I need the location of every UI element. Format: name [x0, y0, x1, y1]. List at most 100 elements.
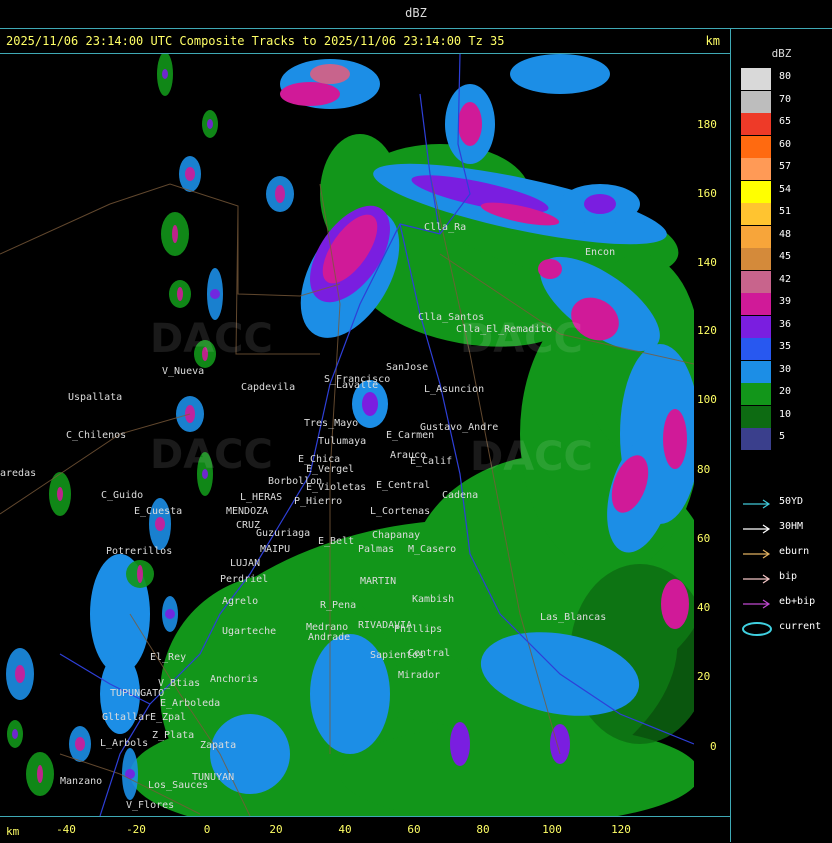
- echo-cell: [280, 82, 340, 106]
- scale-swatch: 57: [741, 158, 791, 180]
- place-label: Uspallata: [68, 392, 123, 403]
- echo-cell: [15, 665, 25, 683]
- place-label: C_Chilenos: [66, 430, 127, 441]
- place-label: SanJose: [386, 362, 429, 373]
- track-label: eburn: [779, 546, 810, 557]
- scale-label: 51: [779, 206, 792, 217]
- place-label: Clla_El_Remadito: [456, 324, 553, 335]
- echo-cell: [57, 487, 63, 501]
- top-bar: dBZ: [0, 0, 832, 29]
- x-tick-label: 40: [338, 823, 352, 836]
- echo-cell: [663, 409, 687, 469]
- scale-label: 5: [779, 431, 786, 442]
- scale-label: 65: [779, 116, 792, 127]
- place-label: Los_Sauces: [148, 780, 209, 791]
- y-tick-label: 0: [710, 740, 717, 753]
- place-label: E_Cuesta: [134, 506, 183, 517]
- y-tick-label: 140: [697, 256, 717, 269]
- place-label: Chapanay: [372, 530, 421, 541]
- place-label: Kambish: [412, 594, 455, 605]
- place-label: L_Arbols: [100, 738, 149, 749]
- place-label: Tres_Mayo: [304, 418, 359, 429]
- x-tick-label: 80: [476, 823, 490, 836]
- x-axis: km -40 -20 0 20 40 60 80 100 120: [0, 816, 730, 843]
- place-label: Potrerillos: [106, 546, 173, 557]
- scale-swatch: 70: [741, 90, 791, 113]
- units-label: dBZ: [405, 6, 427, 20]
- place-label: Zapata: [200, 740, 237, 751]
- echo-cell: [310, 64, 350, 84]
- place-label: Gustavo_Andre: [420, 422, 499, 433]
- x-tick-label: 20: [269, 823, 283, 836]
- place-label: Perdriel: [220, 574, 269, 585]
- y-tick-label: 80: [697, 463, 711, 476]
- place-label: LUJAN: [230, 558, 261, 569]
- scale-swatch: 60: [741, 135, 791, 158]
- echo-cell: [510, 54, 610, 94]
- place-label: C_Guido: [101, 490, 144, 501]
- place-label: Ugarteche: [222, 626, 277, 637]
- place-label: Phillips: [394, 624, 443, 635]
- x-unit-label: km: [6, 825, 20, 838]
- x-tick-label: -40: [56, 823, 76, 836]
- scale-swatch: 35: [741, 338, 791, 360]
- track-legend-item: current: [741, 620, 831, 636]
- place-label: P_Hierro: [294, 496, 343, 507]
- echo-cell: [155, 517, 165, 531]
- echo-cell: [137, 565, 143, 583]
- place-label: Clla_Santos: [418, 312, 485, 323]
- legend-title: dBZ: [771, 47, 792, 60]
- y-tick-label: 180: [697, 118, 717, 131]
- echo-cell: [210, 289, 220, 299]
- scale-swatch: 80: [741, 68, 791, 90]
- km-label: km: [705, 34, 720, 48]
- track-label: current: [779, 621, 822, 632]
- scale-label: 45: [779, 251, 792, 262]
- scale-label: 70: [779, 93, 792, 105]
- place-label: MAIPU: [260, 544, 291, 555]
- echo-cell: [458, 102, 482, 146]
- scale-swatch: 54: [741, 180, 791, 203]
- place-label: E_Calif: [410, 456, 453, 467]
- place-label: TUPUNGATO: [110, 688, 165, 699]
- track-arrow-icon: [743, 549, 771, 559]
- echo-cell: [275, 185, 285, 203]
- place-label: Palmas: [358, 544, 395, 555]
- scale-swatch: 42: [741, 270, 791, 293]
- place-label: M_Casero: [408, 544, 457, 555]
- echo-cell: [538, 259, 562, 279]
- track-label: bip: [779, 571, 798, 582]
- info-bar: 2025/11/06 23:14:00 UTC Composite Tracks…: [0, 29, 730, 54]
- place-label: Z_Plata: [152, 730, 195, 741]
- place-label: MENDOZA: [226, 506, 269, 517]
- echo-cell: [172, 225, 178, 243]
- echo-cell: [584, 194, 616, 214]
- place-label: El_Rey: [150, 652, 187, 663]
- place-label: R_Pena: [320, 600, 357, 611]
- track-legend-item: bip: [741, 570, 831, 586]
- echo-cell: [185, 167, 195, 181]
- x-tick-label: 60: [407, 823, 421, 836]
- track-label: 50YD: [779, 496, 804, 507]
- y-tick-label: 120: [697, 324, 717, 337]
- track-legend-item: 50YD: [741, 495, 831, 511]
- place-label: Gltallar: [102, 712, 151, 723]
- place-label: Las_Blancas: [540, 612, 607, 623]
- place-label: L_Cortenas: [370, 506, 431, 517]
- x-tick-label: 120: [611, 823, 631, 836]
- place-label: Clla_Ra: [424, 222, 467, 233]
- scale-label: 30: [779, 363, 792, 375]
- place-label: Central: [408, 648, 451, 659]
- scale-swatch: 36: [741, 315, 791, 338]
- track-arrow-icon: [743, 499, 771, 509]
- track-label: 30HM: [779, 521, 804, 532]
- echo-cell: [207, 119, 213, 129]
- current-cell-icon: [742, 622, 772, 636]
- scale-swatch: 45: [741, 248, 791, 270]
- place-label: Andrade: [308, 632, 351, 643]
- radar-map[interactable]: DACC DACC DACC DACC Uspallata C_Chilenos…: [0, 54, 694, 816]
- y-tick-label: 160: [697, 187, 717, 200]
- echo-cell: [12, 729, 18, 739]
- place-label: aredas: [0, 468, 37, 479]
- place-label: Encon: [585, 247, 616, 258]
